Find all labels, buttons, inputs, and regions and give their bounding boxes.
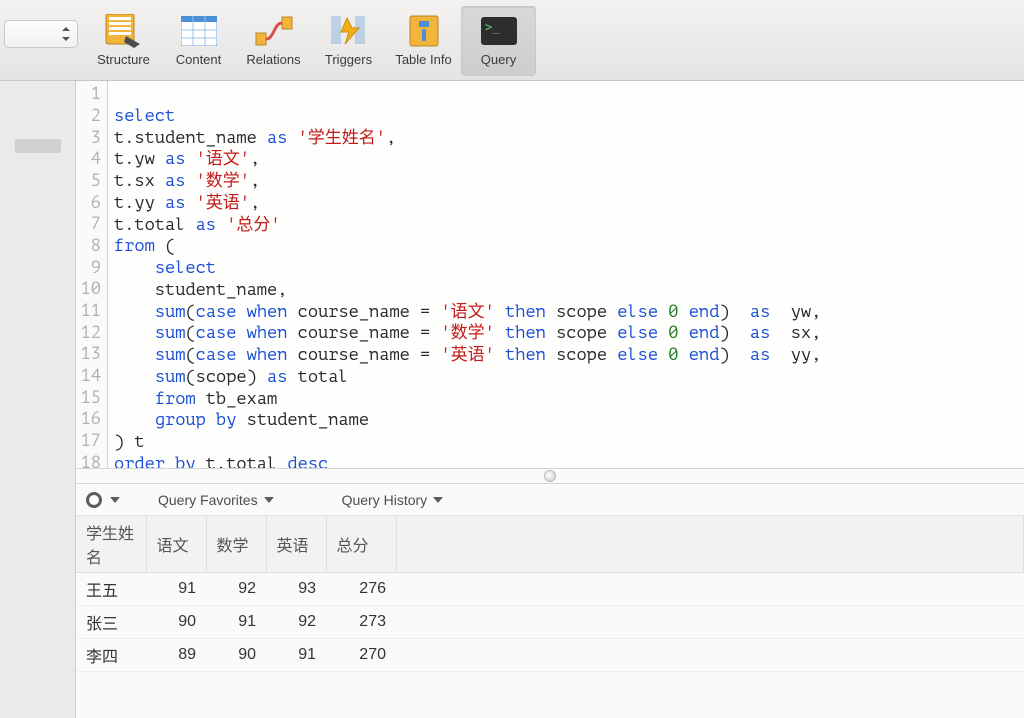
query-favorites-dropdown[interactable]: Query Favorites [158, 492, 274, 508]
col-header[interactable]: 学生姓名 [76, 516, 146, 573]
tab-content[interactable]: Content [161, 6, 236, 76]
tab-label: Content [176, 52, 222, 67]
results-toolbar: Query Favorites Query History [76, 484, 1024, 516]
tab-structure[interactable]: Structure [86, 6, 161, 76]
top-toolbar: Structure Content Relations [0, 0, 1024, 81]
tab-label: Triggers [325, 52, 372, 67]
tab-query[interactable]: >_ Query [461, 6, 536, 76]
col-header[interactable]: 语文 [146, 516, 206, 573]
triggers-icon [328, 12, 370, 50]
pane-splitter[interactable] [76, 468, 1024, 484]
chevron-down-icon [264, 497, 274, 503]
results-table[interactable]: 学生姓名 语文 数学 英语 总分 王五919293276张三909192273李… [76, 516, 1024, 672]
table-row[interactable]: 张三909192273 [76, 606, 1024, 639]
line-gutter: 123456789101112131415161718 [76, 81, 108, 468]
tab-label: Structure [97, 52, 150, 67]
col-header[interactable]: 英语 [266, 516, 326, 573]
tab-label: Relations [246, 52, 300, 67]
structure-icon [103, 12, 145, 50]
tab-tableinfo[interactable]: Table Info [386, 6, 461, 76]
tab-triggers[interactable]: Triggers [311, 6, 386, 76]
table-row[interactable]: 王五919293276 [76, 573, 1024, 606]
content-icon [178, 12, 220, 50]
updown-icon [61, 27, 71, 41]
sql-editor[interactable]: 123456789101112131415161718 select t.stu… [76, 81, 1024, 468]
chevron-down-icon [110, 497, 120, 503]
gear-icon [86, 492, 102, 508]
tab-label: Table Info [395, 52, 451, 67]
query-icon: >_ [478, 12, 520, 50]
tableinfo-icon [403, 12, 445, 50]
query-history-dropdown[interactable]: Query History [342, 492, 444, 508]
schema-dropdown[interactable] [4, 20, 78, 48]
table-header-row: 学生姓名 语文 数学 英语 总分 [76, 516, 1024, 573]
sidebar-item[interactable] [15, 139, 61, 153]
table-row[interactable]: 李四899091270 [76, 639, 1024, 672]
history-label: Query History [342, 492, 428, 508]
left-sidebar [0, 81, 76, 718]
col-header [396, 516, 1024, 573]
settings-button[interactable] [86, 492, 120, 508]
code-text[interactable]: select t.student_name as '学生姓名', t.yw as… [108, 81, 1024, 468]
favorites-label: Query Favorites [158, 492, 258, 508]
chevron-down-icon [433, 497, 443, 503]
splitter-knob-icon [544, 470, 556, 482]
tab-label: Query [481, 52, 516, 67]
main-area: 123456789101112131415161718 select t.stu… [0, 81, 1024, 718]
tab-relations[interactable]: Relations [236, 6, 311, 76]
svg-text:>_: >_ [485, 20, 500, 34]
col-header[interactable]: 数学 [206, 516, 266, 573]
results-pane: Query Favorites Query History 学生姓名 语文 数学 [76, 484, 1024, 718]
col-header[interactable]: 总分 [326, 516, 396, 573]
relations-icon [253, 12, 295, 50]
